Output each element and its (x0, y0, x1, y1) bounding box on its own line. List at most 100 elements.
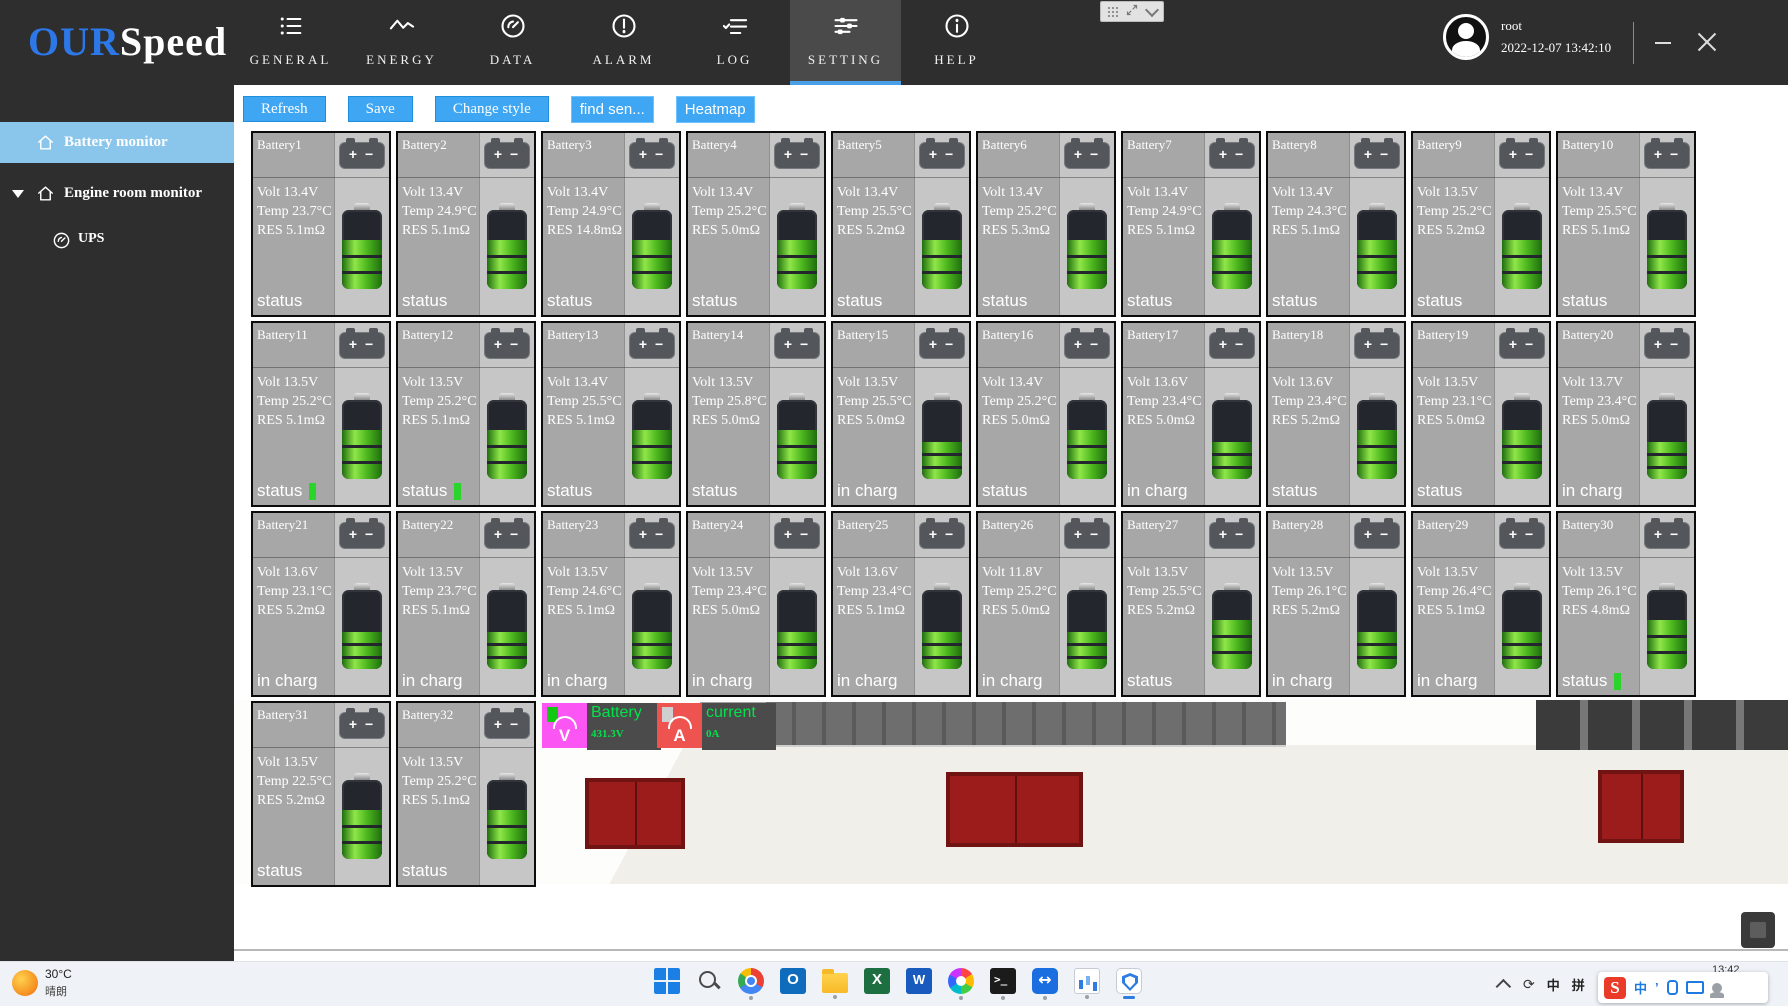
battery-card-battery22[interactable]: + − Battery22 Volt 13.5V Temp 23.7°C RES… (396, 511, 536, 697)
nav-tab-data[interactable]: DATA (457, 0, 568, 85)
battery-card-battery3[interactable]: + − Battery3 Volt 13.4V Temp 24.9°C RES … (541, 131, 681, 317)
battery-card-battery30[interactable]: + − Battery30 Volt 13.5V Temp 26.1°C RES… (1556, 511, 1696, 697)
battery-level-icon (1357, 583, 1397, 669)
nav-tab-log[interactable]: LOG (679, 0, 790, 85)
color-wheel-icon[interactable] (948, 968, 974, 994)
sogou-profile-icon[interactable] (1712, 983, 1722, 993)
battery-card-battery20[interactable]: + − Battery20 Volt 13.7V Temp 23.4°C RES… (1556, 321, 1696, 507)
corner-widget-button[interactable] (1741, 912, 1775, 948)
battery-terminals-icon: + − (919, 142, 965, 169)
sogou-keyboard-icon[interactable] (1686, 981, 1704, 994)
windows-taskbar: 30°C 晴朗 ⟳ 中 拼 13:42 S 中 ’ (0, 961, 1788, 1006)
hidden-icons-chevron[interactable] (1496, 979, 1512, 995)
battery-card-battery18[interactable]: + − Battery18 Volt 13.6V Temp 23.4°C RES… (1266, 321, 1406, 507)
chevron-down-icon[interactable] (1145, 2, 1159, 16)
battery-card-battery29[interactable]: + − Battery29 Volt 13.5V Temp 26.4°C RES… (1411, 511, 1551, 697)
chrome-icon[interactable] (738, 968, 764, 994)
nav-tab-setting[interactable]: SETTING (790, 0, 901, 85)
battery-card-battery6[interactable]: + − Battery6 Volt 13.4V Temp 25.2°C RES … (976, 131, 1116, 317)
battery-name: Battery25 (837, 517, 888, 533)
window-mini-toolbar[interactable] (1100, 1, 1164, 22)
battery-level-icon (1502, 583, 1542, 669)
sogou-logo-icon[interactable]: S (1604, 977, 1626, 999)
ime-pinyin-indicator[interactable]: 拼 (1572, 975, 1585, 994)
nav-tab-alarm[interactable]: ALARM (568, 0, 679, 85)
battery-card-battery31[interactable]: + − Battery31 Volt 13.5V Temp 22.5°C RES… (251, 701, 391, 887)
battery-name: Battery1 (257, 137, 302, 153)
terminal-icon[interactable] (990, 968, 1016, 994)
battery-card-battery2[interactable]: + − Battery2 Volt 13.4V Temp 24.9°C RES … (396, 131, 536, 317)
battery-card-battery16[interactable]: + − Battery16 Volt 13.4V Temp 25.2°C RES… (976, 321, 1116, 507)
battery-status: status (1562, 291, 1607, 311)
battery-card-battery7[interactable]: + − Battery7 Volt 13.4V Temp 24.9°C RES … (1121, 131, 1261, 317)
battery-card-battery25[interactable]: + − Battery25 Volt 13.6V Temp 23.4°C RES… (831, 511, 971, 697)
nav-tab-help[interactable]: HELP (901, 0, 1012, 85)
battery-name: Battery22 (402, 517, 453, 533)
close-button[interactable] (1697, 30, 1717, 50)
sogou-mic-icon[interactable] (1667, 980, 1678, 995)
expand-icon[interactable] (1126, 3, 1138, 21)
dots-grid-icon[interactable] (1107, 6, 1118, 17)
battery-card-battery12[interactable]: + − Battery12 Volt 13.5V Temp 25.2°C RES… (396, 321, 536, 507)
battery-card-battery24[interactable]: + − Battery24 Volt 13.5V Temp 23.4°C RES… (686, 511, 826, 697)
teamviewer-icon[interactable] (1032, 968, 1058, 994)
heatmap-button[interactable]: Heatmap (676, 96, 755, 123)
minimize-button[interactable] (1655, 42, 1671, 44)
battery-card-battery13[interactable]: + − Battery13 Volt 13.4V Temp 25.5°C RES… (541, 321, 681, 507)
file-explorer-icon[interactable] (822, 973, 848, 993)
battery-voltage: Volt 13.4V (257, 183, 333, 202)
change-style-button[interactable]: Change style (435, 96, 549, 122)
outlook-icon[interactable] (780, 968, 806, 994)
battery-card-battery14[interactable]: + − Battery14 Volt 13.5V Temp 25.8°C RES… (686, 321, 826, 507)
battery-card-battery28[interactable]: + − Battery28 Volt 13.5V Temp 26.1°C RES… (1266, 511, 1406, 697)
weather-widget[interactable]: 30°C 晴朗 (12, 967, 72, 999)
ime-language-indicator[interactable]: 中 (1547, 975, 1560, 994)
user-box[interactable]: root 2022-12-07 13:42:10 (1443, 14, 1611, 60)
battery-voltage: Volt 13.5V (692, 563, 768, 582)
battery-card-battery8[interactable]: + − Battery8 Volt 13.4V Temp 24.3°C RES … (1266, 131, 1406, 317)
word-icon[interactable] (906, 968, 932, 994)
refresh-button[interactable]: Refresh (243, 96, 326, 122)
shield-app-icon[interactable] (1116, 968, 1142, 994)
battery-card-battery27[interactable]: + − Battery27 Volt 13.5V Temp 25.5°C RES… (1121, 511, 1261, 697)
battery-card-battery15[interactable]: + − Battery15 Volt 13.5V Temp 25.5°C RES… (831, 321, 971, 507)
find-sen-button[interactable]: find sen... (571, 96, 654, 123)
voltage-meter-widget[interactable]: V Battery 431.3V (542, 703, 661, 750)
battery-name: Battery3 (547, 137, 592, 153)
battery-card-battery11[interactable]: + − Battery11 Volt 13.5V Temp 25.2°C RES… (251, 321, 391, 507)
caret-down-icon[interactable] (12, 190, 24, 198)
battery-card-battery5[interactable]: + − Battery5 Volt 13.4V Temp 25.5°C RES … (831, 131, 971, 317)
sidebar-item-engine-room-monitor[interactable]: Engine room monitor (0, 173, 234, 214)
windows-start-icon[interactable] (654, 968, 680, 994)
battery-card-battery9[interactable]: + − Battery9 Volt 13.5V Temp 25.2°C RES … (1411, 131, 1551, 317)
sidebar-item-battery-monitor[interactable]: Battery monitor (0, 122, 234, 163)
sidebar-item-ups[interactable]: UPS (0, 222, 234, 256)
sogou-input-bar[interactable]: S 中 ’ (1598, 972, 1768, 1003)
monitor-chart-icon[interactable] (1074, 968, 1100, 994)
sogou-punctuation-toggle[interactable]: ’ (1655, 980, 1659, 995)
sync-icon[interactable]: ⟳ (1523, 977, 1535, 993)
battery-card-battery26[interactable]: + − Battery26 Volt 11.8V Temp 25.2°C RES… (976, 511, 1116, 697)
excel-icon[interactable] (864, 968, 890, 994)
battery-card-battery23[interactable]: + − Battery23 Volt 13.5V Temp 24.6°C RES… (541, 511, 681, 697)
current-meter-widget[interactable]: A current 0A (657, 703, 776, 750)
nav-tab-energy[interactable]: ENERGY (346, 0, 457, 85)
battery-card-battery19[interactable]: + − Battery19 Volt 13.5V Temp 23.1°C RES… (1411, 321, 1551, 507)
sogou-lang-toggle[interactable]: 中 (1634, 978, 1647, 997)
save-button[interactable]: Save (348, 96, 413, 122)
battery-terminals-icon: + − (1209, 332, 1255, 359)
user-avatar[interactable] (1443, 14, 1489, 60)
nav-tab-general[interactable]: GENERAL (235, 0, 346, 85)
battery-card-battery21[interactable]: + − Battery21 Volt 13.6V Temp 23.1°C RES… (251, 511, 391, 697)
battery-temperature: Temp 25.2°C (982, 202, 1058, 221)
battery-card-battery4[interactable]: + − Battery4 Volt 13.4V Temp 25.2°C RES … (686, 131, 826, 317)
battery-card-battery10[interactable]: + − Battery10 Volt 13.4V Temp 25.5°C RES… (1556, 131, 1696, 317)
battery-voltage: Volt 13.6V (1272, 373, 1348, 392)
battery-level-icon (922, 393, 962, 479)
battery-card-battery32[interactable]: + − Battery32 Volt 13.5V Temp 25.2°C RES… (396, 701, 536, 887)
battery-card-battery17[interactable]: + − Battery17 Volt 13.6V Temp 23.4°C RES… (1121, 321, 1261, 507)
battery-status: in charg (1562, 481, 1622, 501)
battery-card-battery1[interactable]: + − Battery1 Volt 13.4V Temp 23.7°C RES … (251, 131, 391, 317)
search-icon[interactable] (696, 968, 722, 994)
main-content: Refresh Save Change style find sen... Heatma… (234, 85, 1788, 961)
